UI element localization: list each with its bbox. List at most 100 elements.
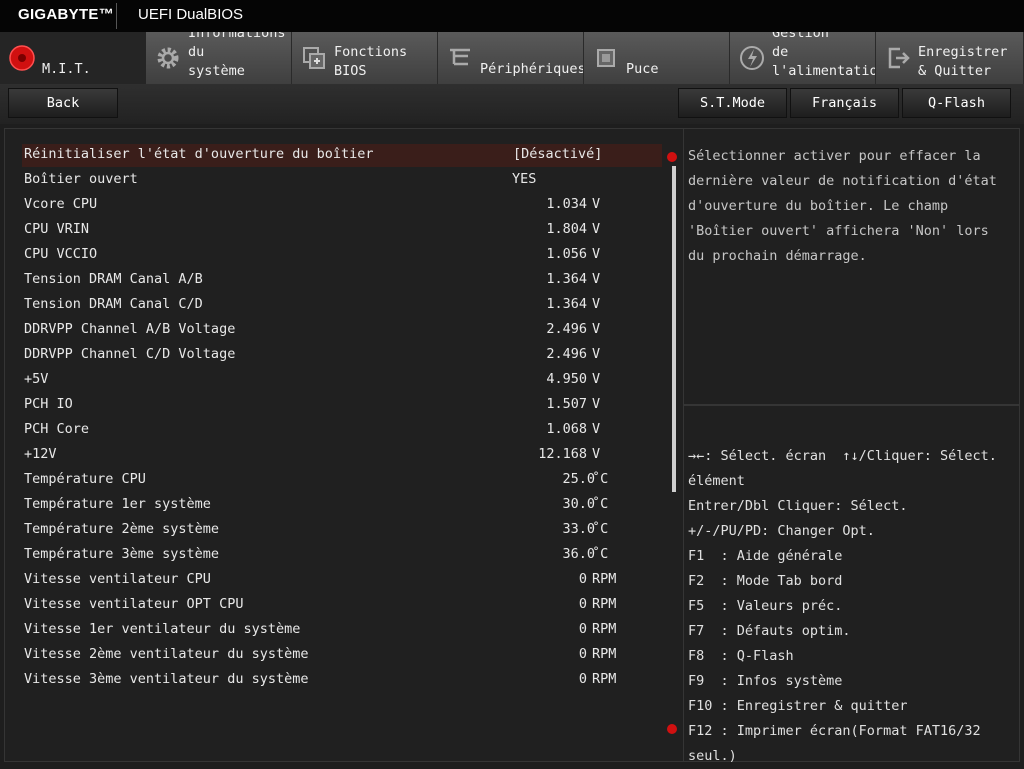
tab-save-exit[interactable]: Enregistrer & Quitter bbox=[876, 32, 1024, 84]
tab-chipset[interactable]: Puce bbox=[584, 32, 730, 84]
monitor-unit: V bbox=[592, 421, 601, 437]
monitor-value: 30.0 bbox=[562, 496, 595, 512]
monitor-label: PCH Core bbox=[24, 421, 90, 437]
monitor-label: DDRVPP Channel A/B Voltage bbox=[24, 321, 236, 337]
monitor-row: Tension DRAM Canal C/D 1.364 V bbox=[24, 296, 644, 321]
monitor-row: Vitesse 1er ventilateur du système 0 RPM bbox=[24, 621, 644, 646]
title-divider bbox=[116, 3, 117, 29]
monitor-row: DDRVPP Channel A/B Voltage 2.496 V bbox=[24, 321, 644, 346]
monitor-row: Vitesse ventilateur CPU 0 RPM bbox=[24, 571, 644, 596]
monitor-value: 25.0 bbox=[562, 471, 595, 487]
monitor-value: 1.364 bbox=[546, 271, 587, 287]
monitor-row: Température 3ème système 36.0 ˚C bbox=[24, 546, 644, 571]
monitor-value: 0 bbox=[578, 671, 587, 687]
monitor-label: CPU VRIN bbox=[24, 221, 90, 237]
monitor-unit: V bbox=[592, 396, 601, 412]
monitor-label: +12V bbox=[24, 446, 57, 462]
monitor-label: Température CPU bbox=[24, 471, 146, 487]
monitor-value: 1.034 bbox=[546, 196, 587, 212]
back-button[interactable]: Back bbox=[8, 88, 118, 118]
monitor-label: +5V bbox=[24, 371, 49, 387]
monitor-value: 0 bbox=[578, 596, 587, 612]
main-tab-bar: M.I.T. Informations du système Fonctions… bbox=[0, 32, 1024, 84]
tab-label: Informations du système bbox=[188, 32, 286, 79]
tab-peripherals[interactable]: Périphériques bbox=[438, 32, 584, 84]
monitor-label: Tension DRAM Canal A/B bbox=[24, 271, 203, 287]
st-mode-button[interactable]: S.T.Mode bbox=[678, 88, 787, 118]
tab-label: Périphériques bbox=[480, 61, 584, 77]
monitor-value: 2.496 bbox=[546, 346, 587, 362]
key-legend: →←: Sélect. écran ↑↓/Cliquer: Sélect. él… bbox=[688, 448, 997, 764]
scrollbar-thumb[interactable] bbox=[672, 166, 676, 492]
setting-label: Boîtier ouvert bbox=[24, 171, 138, 187]
tab-bios-features[interactable]: Fonctions BIOS bbox=[292, 32, 438, 84]
language-button[interactable]: Français bbox=[790, 88, 899, 118]
bios-title: UEFI DualBIOS bbox=[138, 6, 244, 23]
monitor-label: Vitesse 2ème ventilateur du système bbox=[24, 646, 309, 662]
monitor-label: Température 1er système bbox=[24, 496, 211, 512]
monitor-row: CPU VRIN 1.804 V bbox=[24, 221, 644, 246]
setting-chassis-intrusion-reset[interactable]: Réinitialiser l'état d'ouverture du boît… bbox=[24, 146, 644, 171]
exit-icon bbox=[888, 47, 910, 69]
chip-icon bbox=[597, 49, 615, 67]
monitor-value: 36.0 bbox=[562, 546, 595, 562]
monitor-value: 12.168 bbox=[538, 446, 587, 462]
monitor-row: Vcore CPU 1.034 V bbox=[24, 196, 644, 221]
monitor-label: CPU VCCIO bbox=[24, 246, 98, 262]
monitor-label: Vitesse ventilateur OPT CPU bbox=[24, 596, 244, 612]
monitor-row: +12V 12.168 V bbox=[24, 446, 644, 471]
monitor-unit: ˚C bbox=[592, 496, 609, 512]
monitor-row: Température 2ème système 33.0 ˚C bbox=[24, 521, 644, 546]
monitor-row: PCH Core 1.068 V bbox=[24, 421, 644, 446]
tab-mit[interactable]: M.I.T. bbox=[0, 32, 146, 84]
monitor-row: PCH IO 1.507 V bbox=[24, 396, 644, 421]
action-bar: Back S.T.Mode Français Q-Flash bbox=[0, 84, 1024, 124]
scroll-down-arrow-icon[interactable] bbox=[667, 724, 677, 734]
tab-label: Fonctions BIOS bbox=[334, 44, 408, 79]
peripherals-icon bbox=[450, 48, 470, 66]
monitor-unit: RPM bbox=[592, 621, 617, 637]
setting-value-dropdown[interactable]: [Désactivé] bbox=[513, 146, 602, 163]
power-icon bbox=[740, 46, 764, 70]
monitor-row: Vitesse 3ème ventilateur du système 0 RPM bbox=[24, 671, 644, 696]
monitor-label: Tension DRAM Canal C/D bbox=[24, 296, 203, 312]
monitor-unit: V bbox=[592, 296, 601, 312]
help-description: Sélectionner activer pour effacer la der… bbox=[688, 148, 997, 264]
monitor-unit: RPM bbox=[592, 671, 617, 687]
monitor-value: 1.804 bbox=[546, 221, 587, 237]
monitor-row: Température 1er système 30.0 ˚C bbox=[24, 496, 644, 521]
setting-label: Réinitialiser l'état d'ouverture du boît… bbox=[24, 146, 374, 162]
monitor-row: Vitesse ventilateur OPT CPU 0 RPM bbox=[24, 596, 644, 621]
tab-power-management[interactable]: Gestion de l'alimentatio bbox=[730, 32, 876, 84]
monitor-row: +5V 4.950 V bbox=[24, 371, 644, 396]
monitor-value: 1.507 bbox=[546, 396, 587, 412]
monitor-unit: V bbox=[592, 346, 601, 362]
scroll-up-arrow-icon[interactable] bbox=[667, 152, 677, 162]
q-flash-button[interactable]: Q-Flash bbox=[902, 88, 1011, 118]
monitor-label: Vitesse 1er ventilateur du système bbox=[24, 621, 301, 637]
tab-label: Gestion de l'alimentatio bbox=[772, 32, 876, 79]
monitor-unit: V bbox=[592, 271, 601, 287]
monitor-value: 33.0 bbox=[562, 521, 595, 537]
monitor-unit: V bbox=[592, 321, 601, 337]
monitor-row: Température CPU 25.0 ˚C bbox=[24, 471, 644, 496]
monitor-value: 1.056 bbox=[546, 246, 587, 262]
title-bar: GIGABYTE™ UEFI DualBIOS bbox=[0, 0, 1024, 32]
monitor-value: 0 bbox=[578, 646, 587, 662]
monitor-row: Vitesse 2ème ventilateur du système 0 RPM bbox=[24, 646, 644, 671]
monitor-unit: V bbox=[592, 371, 601, 387]
monitor-unit: ˚C bbox=[592, 471, 609, 487]
monitor-value: 1.068 bbox=[546, 421, 587, 437]
bios-chip-icon bbox=[303, 47, 325, 69]
monitor-unit: V bbox=[592, 196, 601, 212]
monitor-label: Vitesse ventilateur CPU bbox=[24, 571, 211, 587]
monitor-label: Température 3ème système bbox=[24, 546, 220, 562]
monitor-value: 4.950 bbox=[546, 371, 587, 387]
monitor-label: Température 2ème système bbox=[24, 521, 220, 537]
monitor-unit: V bbox=[592, 446, 601, 462]
monitor-unit: RPM bbox=[592, 596, 617, 612]
monitor-unit: ˚C bbox=[592, 546, 609, 562]
tab-system-info[interactable]: Informations du système bbox=[146, 32, 292, 84]
monitor-unit: ˚C bbox=[592, 521, 609, 537]
tab-label: Enregistrer & Quitter bbox=[918, 44, 1008, 79]
